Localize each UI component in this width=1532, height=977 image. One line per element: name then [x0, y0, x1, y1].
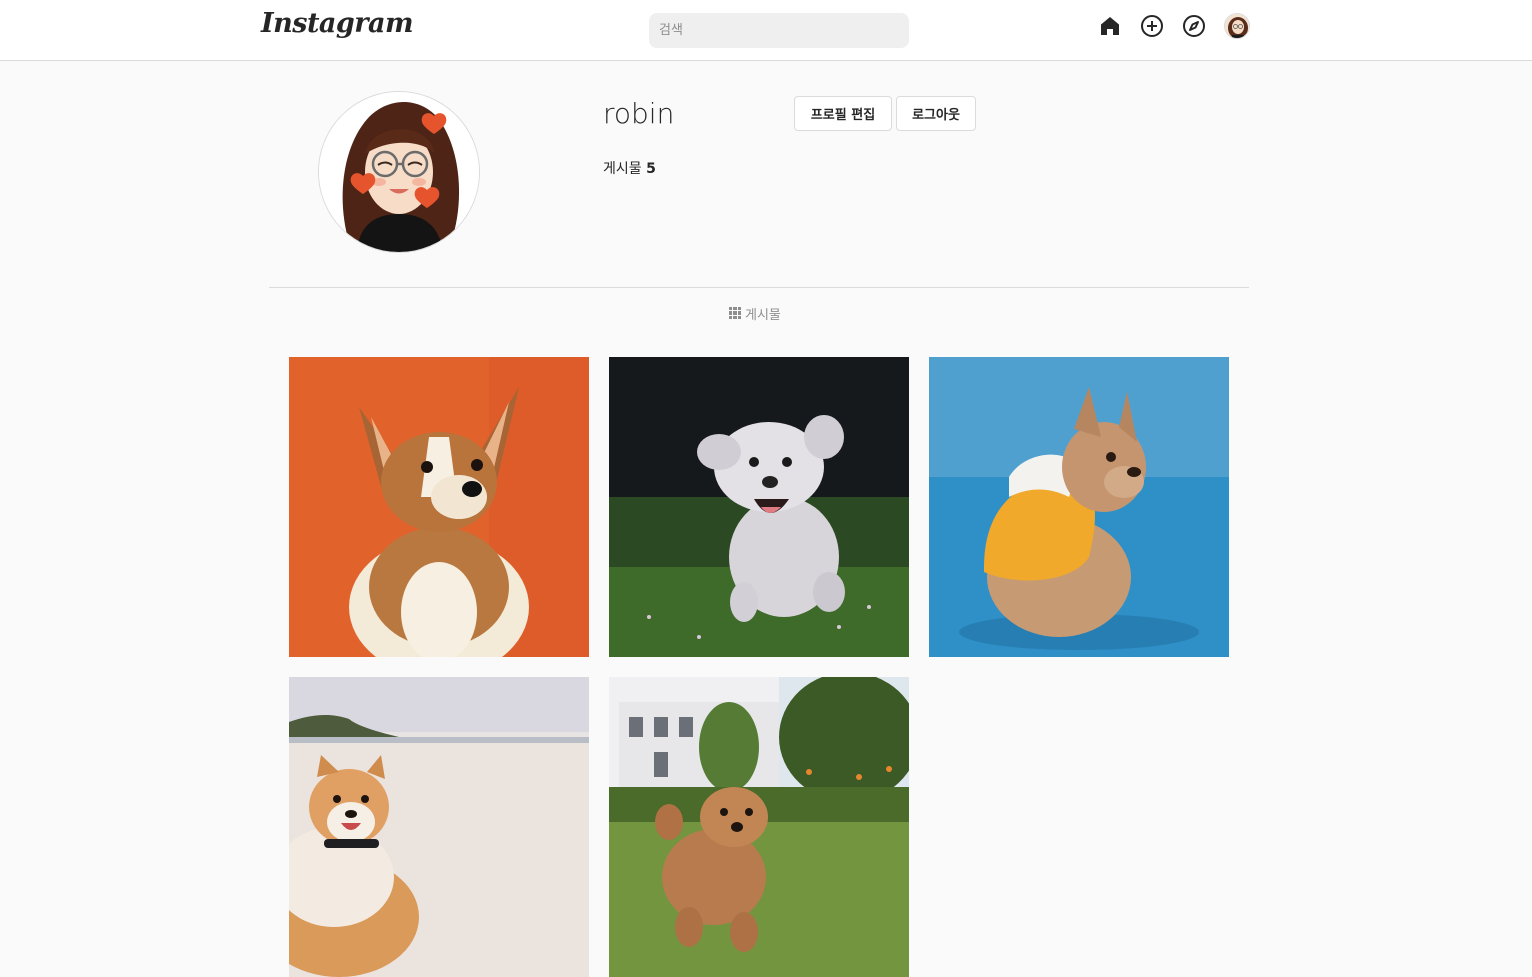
post-thumbnail-corgi[interactable]	[289, 357, 589, 657]
post-thumbnail-white-poodle[interactable]	[609, 357, 909, 657]
post-thumbnail-shiba-inu[interactable]	[289, 677, 589, 977]
tab-posts-label: 게시물	[745, 307, 781, 323]
profile-divider	[269, 287, 1249, 288]
profile-avatar	[318, 91, 480, 253]
new-post-icon[interactable]	[1140, 14, 1164, 38]
profile-username: robin	[603, 97, 675, 130]
top-nav: Instagram	[0, 0, 1532, 61]
posts-count-value: 5	[646, 161, 656, 177]
instagram-logo[interactable]: Instagram	[261, 8, 414, 39]
logout-button[interactable]: 로그아웃	[896, 96, 976, 131]
explore-icon[interactable]	[1182, 14, 1206, 38]
post-thumbnail-french-bulldog[interactable]	[929, 357, 1229, 657]
posts-count: 게시물 5	[603, 158, 656, 178]
posts-count-label: 게시물	[603, 161, 642, 177]
nav-profile-avatar[interactable]	[1224, 13, 1250, 39]
search-input[interactable]	[649, 13, 909, 48]
grid-icon	[729, 307, 741, 319]
edit-profile-button[interactable]: 프로필 편집	[794, 96, 892, 131]
tab-posts[interactable]: 게시물	[729, 303, 781, 323]
home-icon[interactable]	[1098, 14, 1122, 38]
post-thumbnail-toy-poodle[interactable]	[609, 677, 909, 977]
